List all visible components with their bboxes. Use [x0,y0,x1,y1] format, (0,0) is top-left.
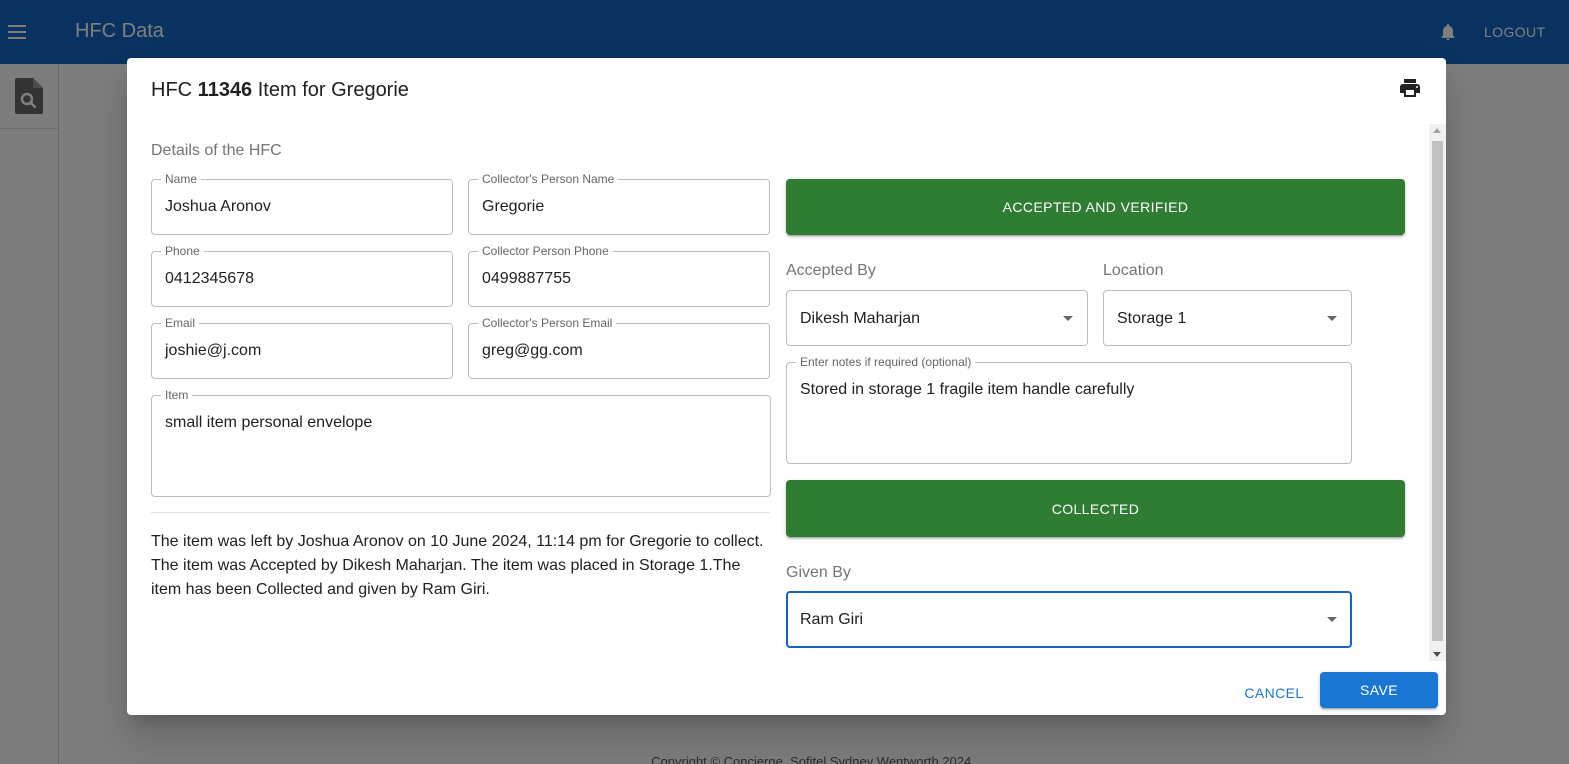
dialog-actions: CANCEL SAVE [127,661,1446,715]
summary-text: The item was left by Joshua Aronov on 10… [151,533,764,598]
given-by-label: Given By [786,564,851,581]
name-value: Joshua Aronov [165,198,271,215]
collector-phone-field[interactable]: Collector Person Phone 0499887755 [468,244,770,307]
scroll-thumb[interactable] [1432,141,1443,641]
hfc-number: 11346 [197,79,253,101]
item-field[interactable]: Item small item personal envelope [151,388,771,497]
collector-email-field[interactable]: Collector's Person Email greg@gg.com [468,316,770,379]
notes-value: Stored in storage 1 fragile item handle … [800,381,1135,398]
accepted-by-label: Accepted By [786,262,876,279]
accepted-verified-button[interactable]: ACCEPTED AND VERIFIED [786,179,1405,235]
chevron-down-icon [1063,316,1073,321]
location-label: Location [1103,262,1164,279]
phone-label: Phone [161,244,204,258]
accepted-by-value: Dikesh Maharjan [800,310,921,327]
collector-phone-value: 0499887755 [482,270,571,287]
collector-email-value: greg@gg.com [482,342,583,359]
scroll-down-arrow[interactable] [1433,652,1441,657]
collector-name-field[interactable]: Collector's Person Name Gregorie [468,172,770,235]
location-select[interactable]: Storage 1 [1103,290,1352,346]
chevron-down-icon [1327,617,1337,622]
item-value: small item personal envelope [165,414,373,431]
item-label: Item [161,388,193,402]
collector-name-value: Gregorie [482,198,545,215]
collector-phone-label: Collector Person Phone [478,244,613,258]
accepted-by-select[interactable]: Dikesh Maharjan [786,290,1088,346]
name-field[interactable]: Name Joshua Aronov [151,172,453,235]
section-label: Details of the HFC [151,142,282,159]
given-by-value: Ram Giri [800,611,864,628]
phone-value: 0412345678 [165,270,254,287]
scroll-up-arrow[interactable] [1433,128,1441,133]
notes-label: Enter notes if required (optional) [796,355,976,369]
hfc-dialog: HFC 11346 Item for Gregorie Details of t… [127,58,1446,715]
save-button[interactable]: SAVE [1320,672,1438,708]
chevron-down-icon [1327,316,1337,321]
dialog-content: Details of the HFC Name Joshua Aronov Co… [127,124,1446,661]
email-field[interactable]: Email joshie@j.com [151,316,453,379]
location-value: Storage 1 [1117,310,1187,327]
name-label: Name [161,172,202,186]
phone-field[interactable]: Phone 0412345678 [151,244,453,307]
given-by-select[interactable]: Ram Giri [786,591,1352,648]
email-label: Email [161,316,200,330]
email-value: joshie@j.com [165,342,262,359]
title-prefix: HFC [151,79,193,101]
collected-button[interactable]: COLLECTED [786,480,1405,537]
content-scrollbar[interactable] [1429,124,1446,661]
title-suffix: Item for Gregorie [257,79,409,101]
divider [151,512,770,513]
cancel-button[interactable]: CANCEL [1237,675,1311,711]
collector-email-label: Collector's Person Email [478,316,617,330]
notes-field[interactable]: Enter notes if required (optional) Store… [786,355,1352,464]
dialog-title: HFC 11346 Item for Gregorie [151,79,409,102]
print-icon[interactable] [1398,76,1422,100]
collector-name-label: Collector's Person Name [478,172,619,186]
